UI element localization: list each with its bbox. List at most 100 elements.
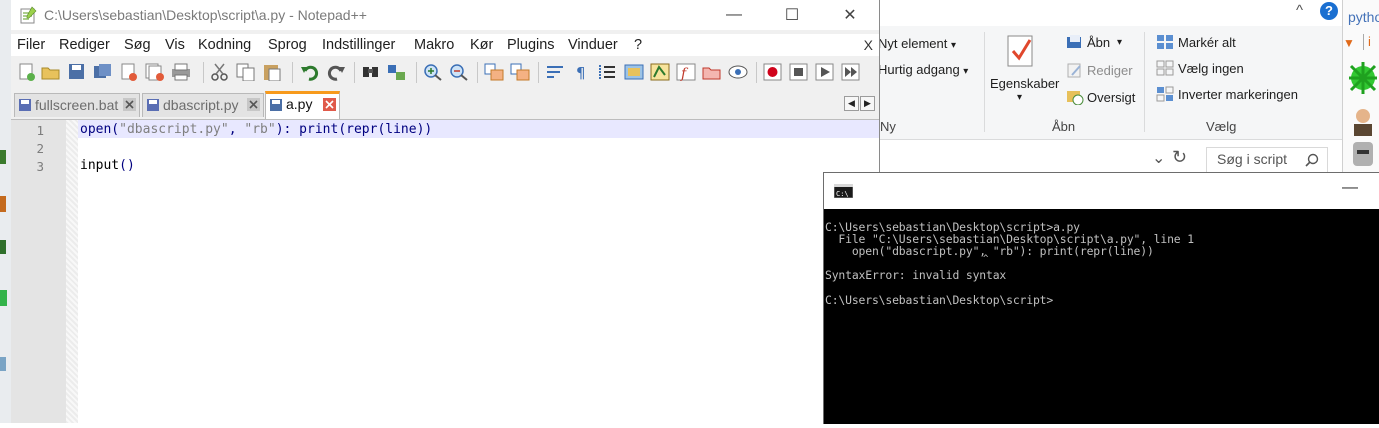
ribbon-collapse-icon[interactable]: ^ [1296, 2, 1303, 19]
code-string: "rb" [244, 122, 276, 137]
run-macro-multiple-icon[interactable] [841, 63, 861, 81]
new-item-label: Nyt element [878, 36, 948, 51]
menu-vis[interactable]: Vis [165, 37, 185, 53]
menu-rediger[interactable]: Rediger [59, 37, 110, 53]
undo-icon[interactable] [300, 63, 320, 81]
close-file-icon[interactable] [119, 63, 139, 81]
new-file-icon[interactable] [17, 63, 37, 81]
history-label: Oversigt [1087, 90, 1136, 105]
maximize-button[interactable]: ☐ [763, 0, 821, 30]
record-macro-icon[interactable] [763, 63, 783, 81]
print-icon[interactable] [171, 63, 191, 81]
dropdown-arrow-icon: ▾ [963, 66, 969, 77]
save-icon[interactable] [67, 63, 87, 81]
indent-guide-icon[interactable] [598, 63, 618, 81]
close-tab-icon[interactable] [323, 98, 336, 111]
line-number: 1 [36, 123, 44, 138]
zoom-in-icon[interactable] [423, 63, 443, 81]
tab-fullscreen-bat[interactable]: fullscreen.bat [14, 93, 140, 117]
refresh-icon[interactable]: ↻ [1172, 147, 1187, 168]
command-prompt-window[interactable]: C:\ — C:\Users\sebastian\Desktop\script>… [823, 172, 1379, 424]
menu-indstillinger[interactable]: Indstillinger [322, 37, 395, 53]
edit-button[interactable]: Rediger [1066, 62, 1140, 82]
select-all-button[interactable]: Markér alt [1156, 34, 1276, 54]
copy-icon[interactable] [236, 63, 256, 81]
monitoring-icon[interactable] [728, 63, 748, 81]
menu-sprog[interactable]: Sprog [268, 37, 307, 53]
play-macro-icon[interactable] [815, 63, 835, 81]
close-tab-icon[interactable] [123, 98, 136, 111]
doc-map-icon[interactable] [650, 63, 670, 81]
menu-kodning[interactable]: Kodning [198, 37, 251, 53]
dropdown-arrow-icon: ▾ [951, 40, 957, 51]
invert-selection-button[interactable]: Inverter markeringen [1156, 86, 1336, 106]
minimize-button[interactable]: — [705, 0, 763, 30]
menu-makro[interactable]: Makro [414, 37, 454, 53]
close-all-icon[interactable] [145, 63, 165, 81]
stop-macro-icon[interactable] [789, 63, 809, 81]
tab-label: a.py [286, 96, 313, 112]
adjacent-window-text: pytho [1348, 9, 1379, 25]
close-button[interactable]: ✕ [821, 0, 879, 30]
adjacent-divider [1363, 34, 1364, 50]
save-all-icon[interactable] [93, 63, 113, 81]
menu-plugins[interactable]: Plugins [507, 37, 555, 53]
help-icon[interactable]: ? [1320, 2, 1338, 20]
explorer-ribbon: Nyt element ▾ Hurtig adgang ▾ Ny Egenska… [878, 26, 1342, 140]
open-label: Åbn [1087, 35, 1111, 50]
tab-dbascript-py[interactable]: dbascript.py [142, 93, 264, 117]
menu-help[interactable]: ? [634, 37, 642, 53]
folder-workspace-icon[interactable] [702, 63, 722, 81]
tab-label: dbascript.py [163, 97, 239, 113]
adjacent-arrow-icon: ▼ [1343, 36, 1355, 50]
dropdown-arrow-icon: ▾ [1017, 92, 1023, 103]
toolbar-separator [756, 62, 757, 83]
find-icon[interactable] [361, 63, 381, 81]
zoom-out-icon[interactable] [449, 63, 469, 81]
word-wrap-icon[interactable] [546, 63, 566, 81]
notepad-app-icon [20, 6, 37, 24]
replace-icon[interactable] [387, 63, 407, 81]
properties-button[interactable]: Egenskaber ▾ [988, 32, 1059, 112]
avatar-icon [1354, 109, 1372, 136]
select-none-label: Vælg ingen [1178, 61, 1244, 76]
user-defined-lang-icon[interactable] [624, 63, 644, 81]
menu-vinduer[interactable]: Vinduer [568, 37, 618, 53]
menu-bar: Filer Rediger Søg Vis Kodning Sprog Inds… [11, 34, 879, 56]
tab-scroll-left-button[interactable]: ◀ [844, 96, 859, 111]
new-item-button[interactable]: Nyt element ▾ [878, 36, 956, 51]
menu-kor[interactable]: Kør [470, 37, 493, 53]
open-file-icon[interactable] [41, 63, 61, 81]
avatar-icon [1349, 62, 1377, 94]
tab-bar: fullscreen.bat dbascript.py a.py [11, 91, 879, 120]
code-token: () [119, 158, 135, 173]
redo-icon[interactable] [326, 63, 346, 81]
close-tab-icon[interactable] [247, 98, 260, 111]
paste-icon[interactable] [262, 63, 282, 81]
menu-sog[interactable]: Søg [124, 37, 151, 53]
menu-filer[interactable]: Filer [17, 37, 45, 53]
tab-a-py[interactable]: a.py [265, 91, 340, 119]
address-dropdown-icon[interactable]: ⌄ [1152, 148, 1165, 168]
edit-label: Rediger [1087, 63, 1133, 78]
quick-access-button[interactable]: Hurtig adgang ▾ [878, 62, 968, 77]
code-keyword: print [299, 122, 339, 137]
console-minimize-button[interactable]: — [1342, 179, 1358, 197]
sync-vertical-icon[interactable] [484, 63, 504, 81]
search-box[interactable]: Søg i script [1206, 147, 1328, 173]
close-document-button[interactable]: X [864, 37, 873, 53]
invert-selection-icon [1156, 86, 1174, 102]
history-button[interactable]: Oversigt [1066, 89, 1146, 109]
select-none-button[interactable]: Vælg ingen [1156, 60, 1276, 80]
open-button[interactable]: Åbn ▾ [1066, 34, 1140, 54]
code-editor[interactable]: 1 2 3 open("dbascript.py", "rb"): print(… [11, 120, 879, 423]
svg-text:C:\: C:\ [836, 190, 849, 198]
sync-horizontal-icon[interactable] [510, 63, 530, 81]
file-tab-icon [19, 99, 31, 111]
tab-scroll-right-button[interactable]: ▶ [860, 96, 875, 111]
function-list-icon[interactable]: f [676, 63, 696, 81]
console-line: SyntaxError: invalid syntax [825, 268, 1007, 282]
show-all-chars-icon[interactable]: ¶ [572, 63, 592, 81]
code-token: ( [338, 122, 347, 137]
cut-icon[interactable] [210, 63, 230, 81]
